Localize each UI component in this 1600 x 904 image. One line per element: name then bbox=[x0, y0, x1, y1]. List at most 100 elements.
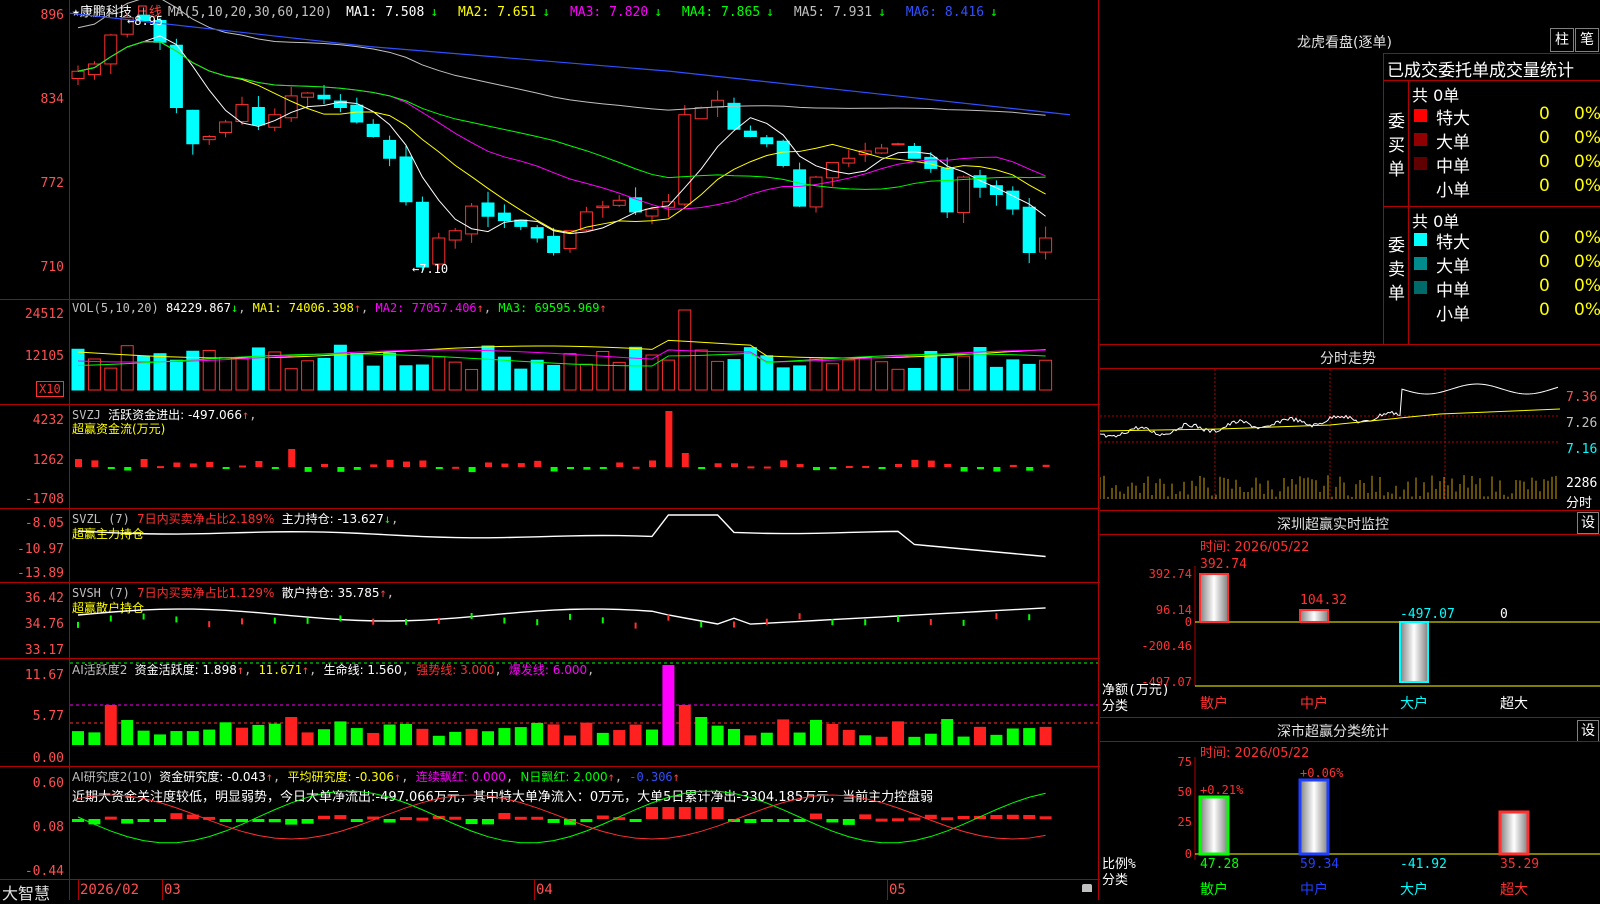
row-percent: 0% bbox=[1574, 300, 1600, 320]
legend-swatch bbox=[1414, 233, 1427, 246]
intraday-vol-label: 2286 bbox=[1566, 476, 1598, 491]
value-label: 59.34 bbox=[1300, 857, 1339, 872]
ai-research-axis-label: 0.08 bbox=[32, 820, 64, 835]
ai-active-axis-label: 11.67 bbox=[24, 668, 64, 683]
sz-monitor-chart[interactable]: 392.7496.140-200.46-497.07392.74104.32-4… bbox=[1100, 536, 1600, 716]
svsh-axis-label: 33.17 bbox=[24, 643, 64, 658]
research-bar bbox=[137, 819, 150, 822]
activity-bar bbox=[88, 732, 101, 745]
candle bbox=[940, 167, 954, 213]
vol-unit-badge[interactable]: X10 bbox=[36, 381, 64, 397]
svsh-chart[interactable] bbox=[70, 583, 1098, 658]
candle bbox=[399, 156, 413, 203]
axis-label: 392.74 bbox=[1149, 567, 1192, 581]
buy-side-label: 委买单 bbox=[1388, 112, 1405, 180]
row-label: 中单 bbox=[1436, 281, 1470, 301]
vol-ma-line bbox=[77, 349, 1046, 363]
sz-class-chart[interactable]: 75 50 25 0 +0.21% +0.06% 47.28 59.34 -41.92 35.29… bbox=[1100, 742, 1600, 900]
divider bbox=[1100, 534, 1600, 535]
activity-bar bbox=[400, 723, 412, 745]
activity-bar bbox=[728, 728, 740, 745]
svzl-chart[interactable] bbox=[70, 509, 1098, 582]
lock-icon[interactable] bbox=[1082, 884, 1092, 892]
volume-chart[interactable] bbox=[70, 300, 1098, 404]
flow-bar bbox=[321, 463, 328, 467]
ai-active-axis-label: 0.00 bbox=[32, 751, 64, 766]
flow-bar bbox=[911, 459, 919, 467]
flow-bar bbox=[747, 466, 755, 469]
row-label: 特大 bbox=[1436, 233, 1470, 253]
activity-bar bbox=[826, 723, 839, 745]
row-count: 0 bbox=[1539, 104, 1550, 124]
flow-bar bbox=[681, 453, 689, 467]
activity-bar bbox=[678, 705, 691, 745]
candle bbox=[973, 175, 987, 188]
volume-bar bbox=[760, 355, 774, 391]
flow-bar bbox=[222, 467, 230, 469]
holding-tick bbox=[142, 613, 145, 620]
activity-bar bbox=[711, 725, 724, 745]
intraday-axis-label: 7.16 bbox=[1566, 442, 1598, 457]
candle bbox=[432, 237, 446, 265]
chart-area[interactable]: ★康鹏科技 日线 MA(5,10,20,30,60,120) MA1: 7.508 ↓… bbox=[0, 0, 1100, 903]
legend-swatch bbox=[1414, 157, 1427, 170]
row-percent: 0% bbox=[1574, 176, 1600, 196]
research-bar bbox=[711, 807, 724, 819]
candle bbox=[596, 205, 610, 209]
price-axis-label: 772 bbox=[40, 176, 64, 191]
candle bbox=[301, 92, 315, 98]
flow-bar bbox=[501, 463, 509, 467]
activity-bar bbox=[121, 720, 134, 745]
sz-class-settings-button[interactable]: 设 bbox=[1577, 720, 1599, 742]
candle bbox=[530, 227, 544, 239]
research-bar bbox=[695, 807, 708, 819]
monitor-bar bbox=[1299, 609, 1329, 623]
tick-mode-button[interactable]: 笔 bbox=[1575, 28, 1599, 52]
intraday-chart[interactable] bbox=[1100, 369, 1560, 508]
research-bar bbox=[449, 816, 462, 820]
row-count: 0 bbox=[1539, 228, 1550, 248]
research-bar bbox=[892, 818, 904, 822]
activity-bar bbox=[268, 723, 281, 745]
activity-bar bbox=[514, 727, 527, 745]
research-bar bbox=[662, 807, 675, 819]
row-count: 0 bbox=[1539, 252, 1550, 272]
candle bbox=[366, 123, 380, 137]
svzj-chart[interactable] bbox=[70, 405, 1098, 508]
sz-monitor-settings-button[interactable]: 设 bbox=[1577, 512, 1599, 534]
retail-holding-line bbox=[77, 607, 1046, 625]
research-bar bbox=[219, 819, 232, 822]
volume-bar bbox=[219, 356, 233, 391]
activity-bar bbox=[859, 735, 872, 745]
activity-bar bbox=[810, 719, 822, 745]
main-holding-line bbox=[77, 514, 1046, 558]
research-bar bbox=[990, 814, 1003, 819]
holding-tick bbox=[569, 613, 571, 620]
svzl-axis-label: -10.97 bbox=[17, 542, 64, 557]
flow-bar bbox=[485, 462, 492, 467]
research-bar bbox=[154, 819, 166, 822]
ai-active-chart[interactable] bbox=[70, 659, 1098, 766]
flow-bar bbox=[550, 467, 558, 472]
activity-bar bbox=[1023, 728, 1036, 745]
bar-mode-button[interactable]: 柱 bbox=[1550, 28, 1574, 52]
price-chart[interactable] bbox=[70, 0, 1098, 299]
volume-bar bbox=[957, 355, 971, 391]
flow-bar bbox=[386, 459, 394, 467]
candle bbox=[350, 104, 364, 123]
candle bbox=[678, 114, 692, 205]
flow-bar bbox=[353, 467, 361, 470]
activity-bar bbox=[646, 729, 658, 745]
volume-bar bbox=[727, 359, 741, 391]
activity-bar bbox=[449, 731, 462, 745]
holding-tick bbox=[241, 618, 243, 625]
pct-label: +0.21% bbox=[1200, 783, 1244, 797]
ai-research-chart[interactable] bbox=[70, 767, 1098, 879]
activity-bar bbox=[564, 735, 576, 745]
flow-bar bbox=[107, 467, 115, 469]
holding-tick bbox=[208, 621, 211, 628]
divider bbox=[1384, 80, 1600, 81]
volume-bar bbox=[1039, 359, 1053, 391]
category-label: 散户 bbox=[1200, 881, 1228, 898]
candle bbox=[547, 235, 561, 253]
